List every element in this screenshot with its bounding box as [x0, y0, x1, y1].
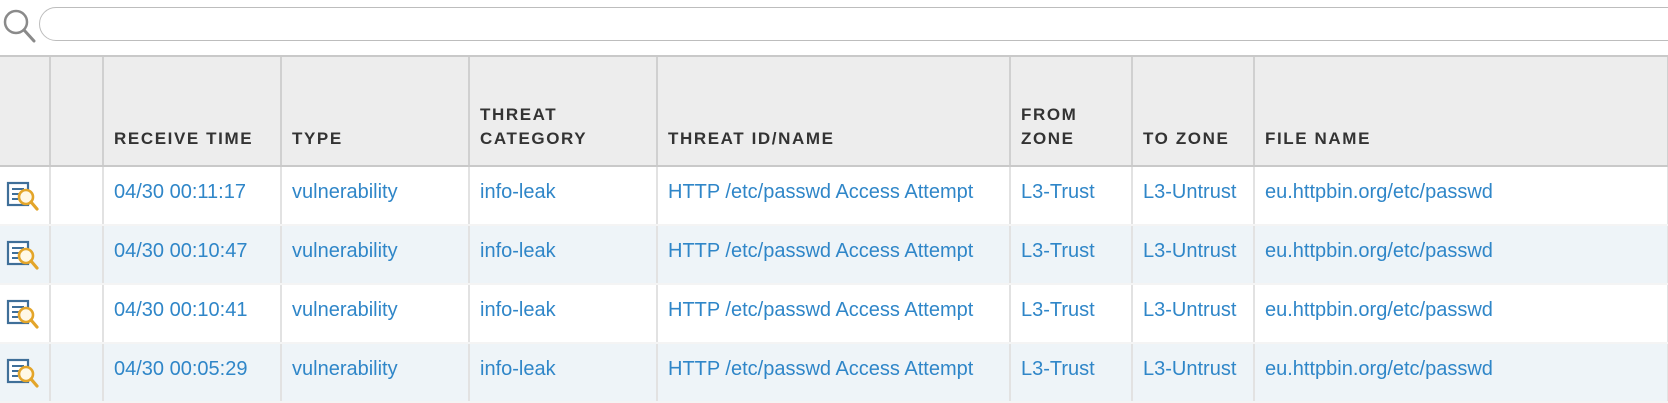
threat-id-name-cell[interactable]: HTTP /etc/passwd Access Attempt [657, 225, 1011, 285]
search-icon[interactable] [2, 8, 36, 44]
table-header-row: RECEIVE TIME TYPE THREAT CATEGORY THREAT… [0, 57, 1668, 167]
type-cell[interactable]: vulnerability [281, 284, 470, 344]
receive-time-cell[interactable]: 04/30 00:10:41 [103, 284, 282, 344]
column-header-detail [0, 57, 51, 167]
column-header-receive-time[interactable]: RECEIVE TIME [103, 57, 282, 167]
file-name-cell[interactable]: eu.httpbin.org/etc/passwd [1254, 225, 1668, 285]
blank-cell [50, 225, 104, 285]
type-cell[interactable]: vulnerability [281, 225, 470, 285]
table-row[interactable]: 04/30 00:10:41 vulnerability info-leak H… [0, 284, 1668, 344]
search-bar [0, 0, 1668, 52]
to-zone-cell[interactable]: L3-Untrust [1132, 225, 1255, 285]
log-detail-icon[interactable] [4, 354, 40, 390]
log-detail-icon[interactable] [4, 236, 40, 272]
threat-id-name-cell[interactable]: HTTP /etc/passwd Access Attempt [657, 284, 1011, 344]
from-zone-cell[interactable]: L3-Trust [1010, 284, 1133, 344]
blank-cell [50, 166, 104, 226]
column-header-threat-id-name[interactable]: THREAT ID/NAME [657, 57, 1011, 167]
table-row[interactable]: 04/30 00:10:47 vulnerability info-leak H… [0, 225, 1668, 285]
column-header-from-zone[interactable]: FROM ZONE [1010, 57, 1133, 167]
to-zone-cell[interactable]: L3-Untrust [1132, 284, 1255, 344]
threat-id-name-cell[interactable]: HTTP /etc/passwd Access Attempt [657, 343, 1011, 403]
column-header-file-name[interactable]: FILE NAME [1254, 57, 1668, 167]
type-cell[interactable]: vulnerability [281, 166, 470, 226]
table-row[interactable]: 04/30 00:05:29 vulnerability info-leak H… [0, 343, 1668, 403]
file-name-cell[interactable]: eu.httpbin.org/etc/passwd [1254, 284, 1668, 344]
detail-cell [0, 166, 51, 226]
threat-category-cell[interactable]: info-leak [469, 284, 658, 344]
to-zone-cell[interactable]: L3-Untrust [1132, 343, 1255, 403]
from-zone-cell[interactable]: L3-Trust [1010, 343, 1133, 403]
search-input[interactable] [39, 7, 1668, 41]
threat-category-cell[interactable]: info-leak [469, 225, 658, 285]
threat-category-cell[interactable]: info-leak [469, 343, 658, 403]
detail-cell [0, 225, 51, 285]
to-zone-cell[interactable]: L3-Untrust [1132, 166, 1255, 226]
from-zone-cell[interactable]: L3-Trust [1010, 225, 1133, 285]
table-row[interactable]: 04/30 00:11:17 vulnerability info-leak H… [0, 166, 1668, 226]
column-header-threat-category[interactable]: THREAT CATEGORY [469, 57, 658, 167]
receive-time-cell[interactable]: 04/30 00:05:29 [103, 343, 282, 403]
column-header-type[interactable]: TYPE [281, 57, 470, 167]
column-header-to-zone[interactable]: TO ZONE [1132, 57, 1255, 167]
type-cell[interactable]: vulnerability [281, 343, 470, 403]
blank-cell [50, 343, 104, 403]
detail-cell [0, 343, 51, 403]
log-detail-icon[interactable] [4, 295, 40, 331]
file-name-cell[interactable]: eu.httpbin.org/etc/passwd [1254, 343, 1668, 403]
log-detail-icon[interactable] [4, 177, 40, 213]
from-zone-cell[interactable]: L3-Trust [1010, 166, 1133, 226]
receive-time-cell[interactable]: 04/30 00:10:47 [103, 225, 282, 285]
threat-log-table: RECEIVE TIME TYPE THREAT CATEGORY THREAT… [0, 55, 1668, 403]
threat-category-cell[interactable]: info-leak [469, 166, 658, 226]
detail-cell [0, 284, 51, 344]
threat-id-name-cell[interactable]: HTTP /etc/passwd Access Attempt [657, 166, 1011, 226]
file-name-cell[interactable]: eu.httpbin.org/etc/passwd [1254, 166, 1668, 226]
receive-time-cell[interactable]: 04/30 00:11:17 [103, 166, 282, 226]
blank-cell [50, 284, 104, 344]
column-header-blank [50, 57, 104, 167]
